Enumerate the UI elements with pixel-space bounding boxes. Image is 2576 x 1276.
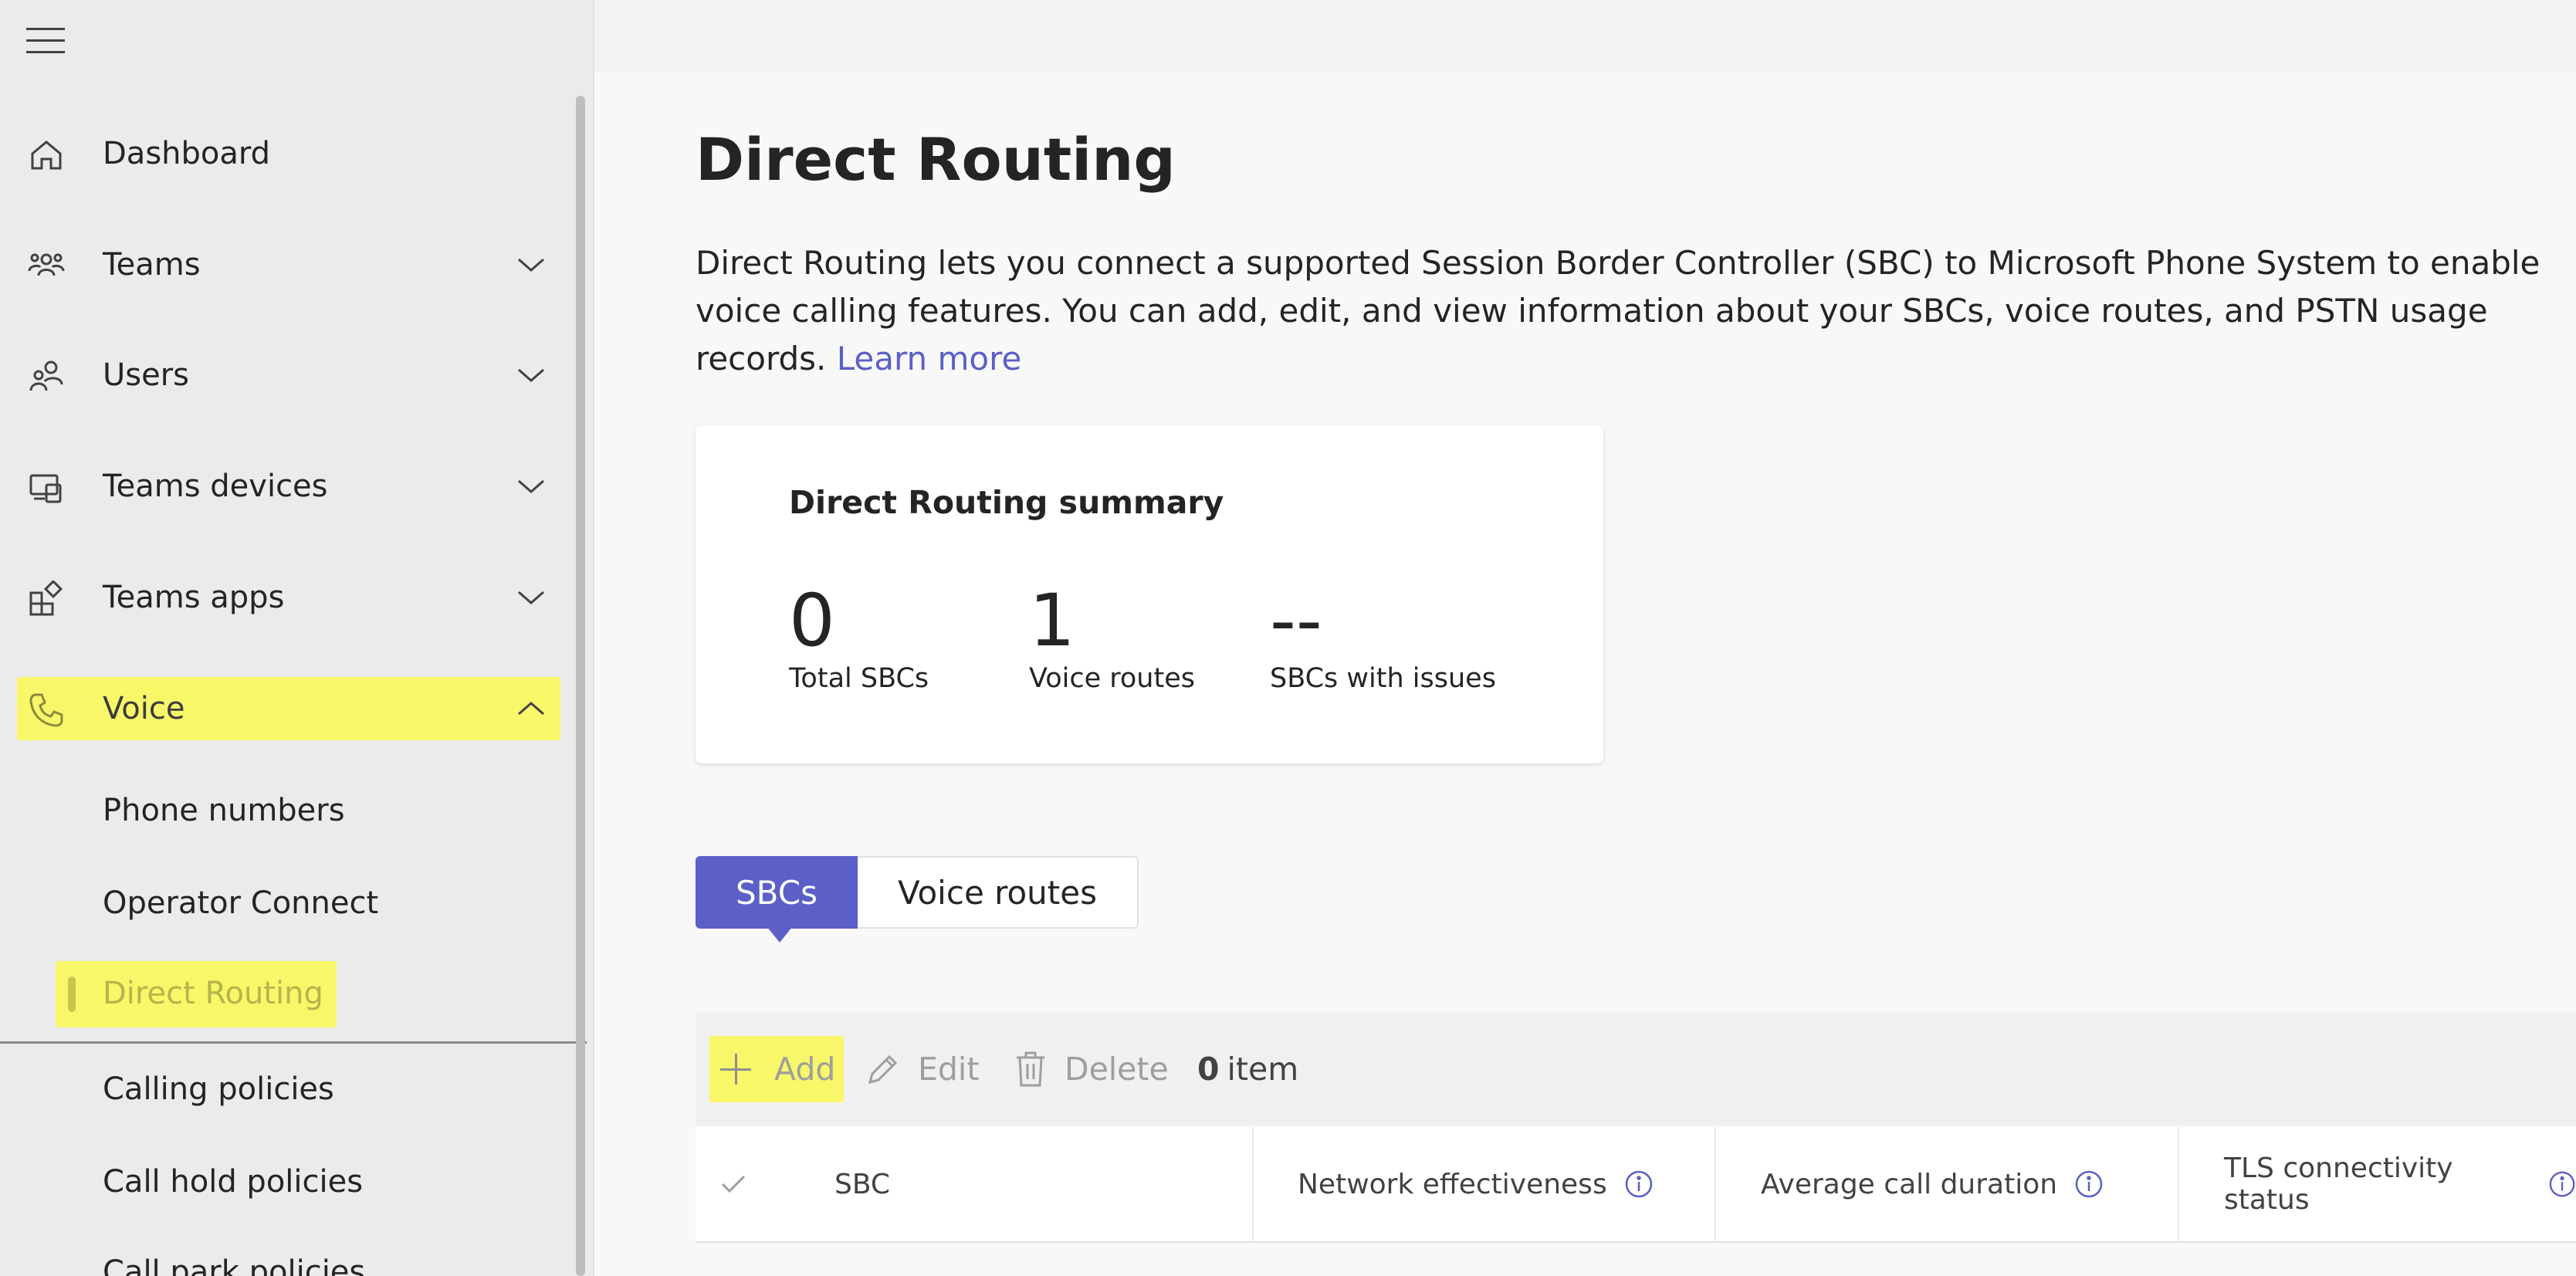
hamburger-menu-icon[interactable] (26, 28, 65, 54)
column-header-network-effectiveness[interactable]: Network effectiveness (1298, 1127, 1654, 1241)
table-header: SBC Network effectiveness Average call d… (696, 1127, 2576, 1243)
item-count-unit: item (1227, 1051, 1299, 1088)
phone-icon (29, 693, 63, 727)
column-header-average-call-duration[interactable]: Average call duration (1761, 1127, 2104, 1241)
add-button[interactable]: Add (709, 1036, 844, 1102)
plus-icon (720, 1054, 751, 1085)
stat-sbcs-with-issues: -- SBCs with issues (1270, 579, 1496, 695)
info-icon[interactable] (1624, 1169, 1654, 1199)
stat-value: -- (1270, 579, 1322, 663)
info-icon[interactable] (2548, 1169, 2576, 1199)
pencil-icon (868, 1054, 898, 1085)
edit-button[interactable]: Edit (865, 1036, 979, 1102)
sidebar-divider (0, 1041, 587, 1044)
column-separator[interactable] (2178, 1127, 2179, 1241)
sidebar-item-label: Voice (103, 691, 185, 726)
column-label: Average call duration (1761, 1168, 2058, 1200)
chevron-up-icon (518, 702, 544, 716)
sidebar-item-teams-devices[interactable]: Teams devices (17, 455, 560, 518)
column-separator[interactable] (1252, 1127, 1254, 1241)
tab-voice-routes[interactable]: Voice routes (858, 856, 1139, 929)
chevron-down-icon (518, 258, 544, 272)
sidebar-scrollbar[interactable] (576, 96, 585, 1276)
info-icon[interactable] (2074, 1169, 2104, 1199)
devices-icon (29, 474, 62, 503)
stat-value: 1 (1029, 579, 1075, 663)
summary-card: Direct Routing summary 0 Total SBCs 1 Vo… (696, 425, 1603, 763)
stat-caption: SBCs with issues (1270, 663, 1496, 694)
column-header-sbc[interactable]: SBC (834, 1127, 890, 1241)
column-label: TLS connectivity status (2224, 1152, 2453, 1216)
sidebar-item-users[interactable]: Users (17, 344, 560, 407)
sidebar-subitem-phone-numbers[interactable]: Phone numbers (103, 793, 345, 828)
chevron-down-icon (518, 591, 544, 604)
delete-button[interactable]: Delete (1014, 1036, 1169, 1102)
stat-voice-routes: 1 Voice routes (1029, 579, 1195, 695)
chevron-down-icon (518, 479, 544, 493)
edit-label: Edit (918, 1051, 980, 1088)
stat-value: 0 (789, 579, 835, 663)
stat-caption: Voice routes (1029, 663, 1195, 694)
sidebar-item-teams-apps[interactable]: Teams apps (17, 566, 560, 629)
sidebar-item-label: Dashboard (103, 136, 271, 171)
select-all-check-icon[interactable] (720, 1173, 746, 1195)
sidebar-subitem-call-park-policies[interactable]: Call park policies (103, 1254, 365, 1276)
sidebar-item-label: Teams devices (103, 469, 328, 504)
chevron-down-icon (518, 368, 544, 382)
teams-icon (28, 253, 65, 276)
sidebar: Dashboard Teams Users Teams devices Team… (0, 0, 594, 1276)
summary-title: Direct Routing summary (789, 484, 1224, 521)
page-title: Direct Routing (696, 125, 1176, 194)
column-label: SBC (834, 1168, 891, 1200)
apps-icon (29, 580, 63, 616)
tab-bar: SBCs Voice routes (696, 856, 1139, 943)
column-header-tls-connectivity-status[interactable]: TLS connectivity status (2224, 1127, 2576, 1241)
active-indicator (68, 976, 76, 1012)
item-count: 0 item (1197, 1036, 1298, 1102)
sidebar-item-teams[interactable]: Teams (17, 233, 560, 296)
sidebar-item-voice[interactable]: Voice (17, 677, 560, 740)
column-label: Network effectiveness (1298, 1168, 1607, 1200)
page-description: Direct Routing lets you connect a suppor… (696, 239, 2548, 383)
sidebar-item-label: Users (103, 357, 190, 393)
sidebar-subitem-call-hold-policies[interactable]: Call hold policies (103, 1164, 363, 1200)
sidebar-subitem-operator-connect[interactable]: Operator Connect (103, 885, 378, 921)
stat-total-sbcs: 0 Total SBCs (789, 579, 929, 695)
trash-icon (1017, 1051, 1044, 1087)
tab-sbcs[interactable]: SBCs (696, 856, 858, 943)
top-bar (594, 0, 2576, 73)
sidebar-subitem-label: Direct Routing (103, 976, 323, 1011)
sidebar-subitem-direct-routing[interactable]: Direct Routing (56, 961, 337, 1027)
sidebar-item-label: Teams apps (103, 580, 285, 615)
sidebar-subitem-calling-policies[interactable]: Calling policies (103, 1071, 334, 1107)
item-count-value: 0 (1197, 1051, 1220, 1088)
sidebar-item-dashboard[interactable]: Dashboard (17, 122, 560, 185)
learn-more-link[interactable]: Learn more (837, 340, 1022, 377)
add-label: Add (774, 1051, 836, 1088)
sidebar-item-label: Teams (103, 247, 201, 283)
stat-caption: Total SBCs (789, 663, 929, 694)
command-toolbar: Add Edit Delete 0 item (696, 1013, 2576, 1125)
column-separator[interactable] (1715, 1127, 1716, 1241)
home-icon (31, 140, 62, 170)
users-icon (29, 360, 63, 391)
delete-label: Delete (1065, 1051, 1169, 1088)
